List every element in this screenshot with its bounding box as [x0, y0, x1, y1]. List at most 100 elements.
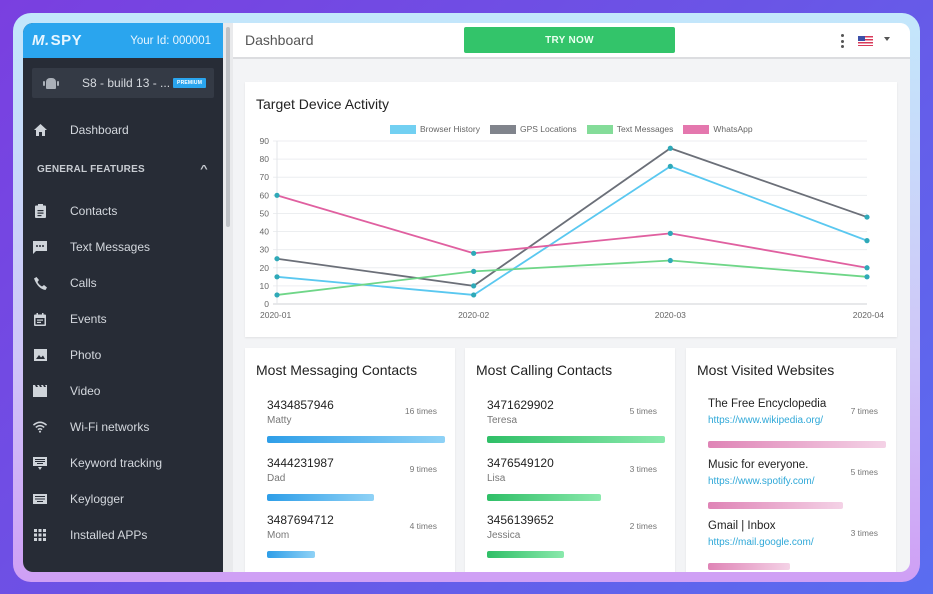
- website-entry[interactable]: Music for everyone. https://www.spotify.…: [708, 459, 888, 514]
- sidebar-item-label: Keylogger: [70, 492, 125, 506]
- sidebar-item-contacts[interactable]: Contacts: [23, 199, 223, 223]
- y-tick-label: 70: [260, 172, 270, 182]
- website-entry[interactable]: Gmail | Inbox https://mail.google.com/ 3…: [708, 520, 888, 572]
- frequency-bar: [708, 441, 886, 448]
- website-url-link[interactable]: https://www.spotify.com/: [708, 476, 815, 487]
- website-entry[interactable]: The Free Encyclopedia https://www.wikipe…: [708, 398, 888, 453]
- device-name: S8 - build 13 - ...: [82, 76, 171, 90]
- frequency-bar-track: [267, 494, 445, 501]
- visit-count: 7 times: [850, 406, 878, 416]
- website-title: Gmail | Inbox: [708, 520, 776, 532]
- card-title: Most Calling Contacts: [476, 362, 613, 378]
- y-tick-label: 50: [260, 208, 270, 218]
- frequency-bar: [487, 551, 564, 558]
- frequency-bar-track: [708, 563, 886, 570]
- most-visited-websites-card: Most Visited Websites The Free Encyclope…: [686, 348, 896, 572]
- series-line-text-messages: [276, 259, 868, 296]
- more-options-icon[interactable]: [840, 34, 844, 48]
- contact-count: 9 times: [409, 464, 437, 474]
- sidebar-item-wifi-networks[interactable]: Wi-Fi networks: [23, 415, 223, 439]
- sidebar-scrollbar-thumb[interactable]: [226, 27, 230, 227]
- sidebar-item-installed-apps[interactable]: Installed APPs: [23, 523, 223, 547]
- contact-number: 3471629902: [487, 398, 554, 412]
- contact-number: 3434857946: [267, 398, 334, 412]
- sidebar-item-calls[interactable]: Calls: [23, 271, 223, 295]
- card-title: Most Messaging Contacts: [256, 362, 418, 378]
- y-tick-label: 80: [260, 154, 270, 164]
- sidebar-item-keyword-tracking[interactable]: Keyword tracking: [23, 451, 223, 475]
- website-title: Music for everyone.: [708, 459, 809, 471]
- android-icon: [43, 77, 59, 89]
- data-point: [667, 230, 673, 236]
- x-tick-label: 2020-03: [655, 310, 686, 320]
- frequency-bar: [487, 436, 665, 443]
- y-tick-label: 10: [260, 281, 270, 291]
- frequency-bar-track: [267, 436, 445, 443]
- data-point: [667, 145, 673, 151]
- data-point: [471, 283, 477, 289]
- language-dropdown-caret-icon[interactable]: [884, 37, 890, 41]
- chevron-up-icon: ^: [200, 164, 208, 175]
- sidebar-item-keylogger[interactable]: Keylogger: [23, 487, 223, 511]
- sidebar-item-label: Wi-Fi networks: [70, 420, 150, 434]
- data-point: [274, 192, 280, 198]
- home-icon: [33, 123, 47, 137]
- data-point: [471, 268, 477, 274]
- contact-count: 5 times: [629, 406, 657, 416]
- website-url-link[interactable]: https://mail.google.com/: [708, 537, 814, 548]
- section-general-features[interactable]: GENERAL FEATURES ^: [37, 164, 208, 175]
- sidebar-item-video[interactable]: Video: [23, 379, 223, 403]
- data-point: [864, 274, 870, 280]
- data-point: [667, 163, 673, 169]
- video-icon: [33, 384, 47, 398]
- y-tick-label: 90: [260, 136, 270, 146]
- website-title: The Free Encyclopedia: [708, 398, 827, 410]
- sidebar-item-events[interactable]: Events: [23, 307, 223, 331]
- keyboard-icon: [33, 492, 47, 506]
- brand-bar: M. SPY Your Id: 000001: [23, 23, 223, 58]
- sidebar-item-photo[interactable]: Photo: [23, 343, 223, 367]
- website-url-link[interactable]: https://www.wikipedia.org/: [708, 415, 823, 426]
- data-point: [471, 250, 477, 256]
- visit-count: 3 times: [850, 528, 878, 538]
- logo-m-icon: M.: [32, 32, 50, 49]
- contact-entry[interactable]: 3444231987 Dad 9 times: [267, 456, 447, 511]
- frequency-bar-track: [487, 436, 665, 443]
- y-tick-label: 0: [264, 299, 269, 309]
- sidebar-item-text-messages[interactable]: Text Messages: [23, 235, 223, 259]
- data-point: [274, 274, 280, 280]
- contact-entry[interactable]: 3487694712 Mom 4 times: [267, 513, 447, 568]
- user-id: Your Id: 000001: [130, 34, 211, 47]
- contact-number: 3476549120: [487, 456, 554, 470]
- contact-entry[interactable]: 3471629902 Teresa 5 times: [487, 398, 667, 453]
- x-tick-label: 2020-04: [853, 310, 884, 320]
- try-now-button[interactable]: TRY NOW: [464, 27, 675, 53]
- premium-badge: PREMIUM: [173, 78, 207, 88]
- phone-icon: [33, 276, 47, 290]
- us-flag-icon[interactable]: [858, 36, 873, 46]
- data-point: [667, 257, 673, 264]
- clipboard-icon: [33, 204, 47, 218]
- sidebar-item-dashboard[interactable]: Dashboard: [23, 118, 223, 142]
- contact-entry[interactable]: 3456139652 Jessica 2 times: [487, 513, 667, 568]
- most-messaging-contacts-card: Most Messaging Contacts 3434857946 Matty…: [245, 348, 455, 572]
- contact-entry[interactable]: 3476549120 Lisa 3 times: [487, 456, 667, 511]
- contact-count: 3 times: [629, 464, 657, 474]
- data-point: [274, 256, 280, 262]
- mspy-logo[interactable]: M. SPY: [32, 32, 82, 49]
- contact-entry[interactable]: 3434857946 Matty 16 times: [267, 398, 447, 453]
- contact-name: Teresa: [487, 415, 518, 426]
- message-icon: [33, 240, 47, 254]
- device-selector[interactable]: S8 - build 13 - ... PREMIUM: [32, 68, 214, 98]
- frequency-bar: [708, 502, 844, 509]
- top-header: Dashboard TRY NOW: [233, 23, 910, 59]
- frequency-bar-track: [487, 494, 665, 501]
- contact-name: Lisa: [487, 473, 506, 484]
- sidebar-item-label: Contacts: [70, 204, 118, 218]
- contact-name: Mom: [267, 530, 290, 541]
- y-tick-label: 40: [260, 227, 270, 237]
- sidebar-item-label: Text Messages: [70, 240, 151, 254]
- contact-number: 3487694712: [267, 513, 334, 527]
- data-point: [471, 292, 477, 298]
- x-tick-label: 2020-01: [260, 310, 291, 320]
